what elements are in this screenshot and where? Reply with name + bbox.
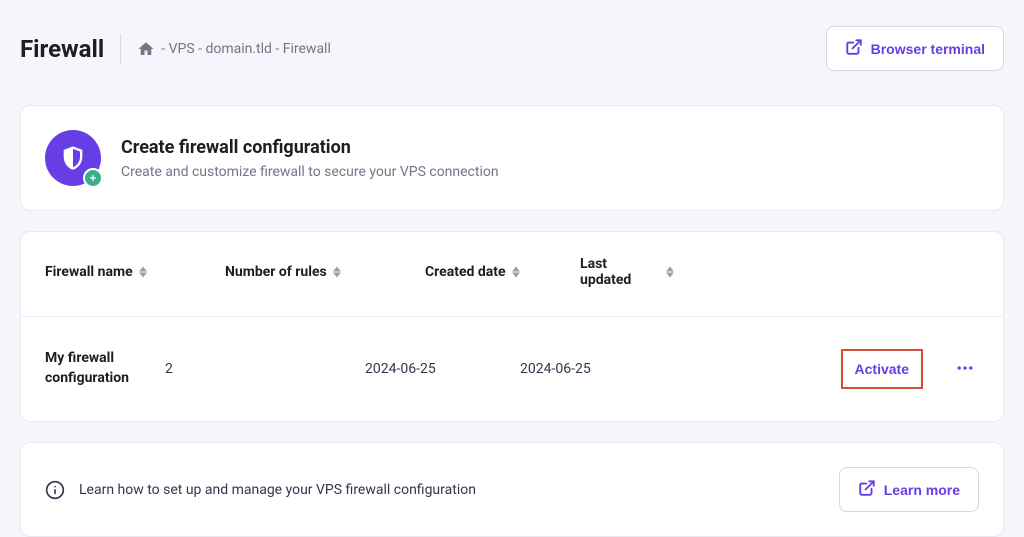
- table-header: Firewall name Number of rules Created da…: [21, 232, 1003, 316]
- learn-text: Learn how to set up and manage your VPS …: [79, 482, 476, 498]
- learn-more-label: Learn more: [884, 482, 960, 498]
- dots-horizontal-icon: [955, 358, 975, 381]
- header-left: Firewall - VPS - domain.tld - Firewall: [20, 34, 331, 64]
- home-icon: [137, 40, 155, 58]
- breadcrumb[interactable]: - VPS - domain.tld - Firewall: [137, 40, 331, 58]
- plus-icon: [83, 168, 103, 188]
- cell-number-of-rules: 2: [165, 361, 365, 377]
- more-options-button[interactable]: [951, 354, 979, 385]
- shield-icon: [45, 130, 101, 186]
- learn-left: Learn how to set up and manage your VPS …: [45, 480, 476, 500]
- create-text: Create firewall configuration Create and…: [121, 137, 499, 180]
- cell-actions: Activate: [660, 349, 979, 389]
- firewall-table: Firewall name Number of rules Created da…: [20, 231, 1004, 422]
- cell-last-updated: 2024-06-25: [520, 361, 660, 377]
- sort-icon: [666, 266, 674, 278]
- sort-icon: [512, 266, 520, 278]
- browser-terminal-label: Browser terminal: [871, 41, 985, 57]
- breadcrumb-text: - VPS - domain.tld - Firewall: [161, 41, 331, 57]
- divider: [120, 34, 121, 64]
- create-firewall-card[interactable]: Create firewall configuration Create and…: [20, 105, 1004, 211]
- sort-icon: [139, 266, 147, 278]
- page-title: Firewall: [20, 35, 104, 63]
- external-link-icon: [845, 38, 863, 59]
- th-created-date[interactable]: Created date: [425, 256, 580, 288]
- create-desc: Create and customize firewall to secure …: [121, 164, 499, 180]
- external-link-icon: [858, 479, 876, 500]
- table-row: My firewall configuration 2 2024-06-25 2…: [21, 316, 1003, 421]
- th-number-of-rules[interactable]: Number of rules: [225, 256, 425, 288]
- create-title: Create firewall configuration: [121, 137, 499, 158]
- browser-terminal-button[interactable]: Browser terminal: [826, 26, 1004, 71]
- sort-icon: [333, 266, 341, 278]
- learn-more-card: Learn how to set up and manage your VPS …: [20, 442, 1004, 537]
- info-icon: [45, 480, 65, 500]
- learn-more-button[interactable]: Learn more: [839, 467, 979, 512]
- activate-button[interactable]: Activate: [841, 349, 923, 389]
- th-firewall-name[interactable]: Firewall name: [45, 256, 225, 288]
- page-header: Firewall - VPS - domain.tld - Firewall B…: [20, 16, 1004, 81]
- cell-created-date: 2024-06-25: [365, 361, 520, 377]
- cell-firewall-name: My firewall configuration: [45, 349, 165, 388]
- th-last-updated[interactable]: Last updated: [580, 256, 720, 288]
